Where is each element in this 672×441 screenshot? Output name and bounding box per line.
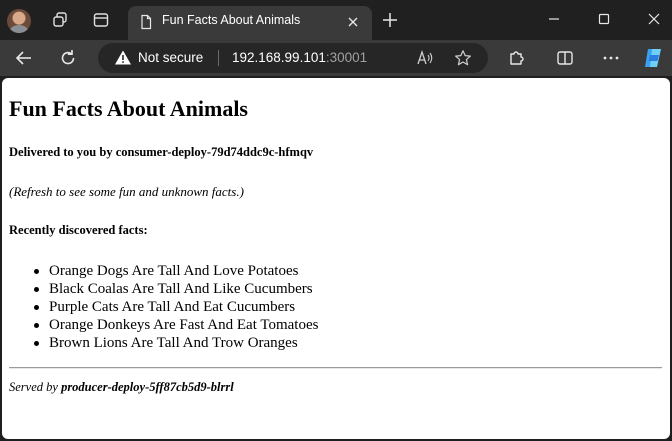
- served-by-prefix: Served by: [9, 380, 62, 394]
- served-by-host: producer-deploy-5ff87cb5d9-blrrl: [61, 380, 234, 394]
- facts-list: Orange Dogs Are Tall And Love Potatoes B…: [33, 262, 319, 352]
- workspaces-icon[interactable]: [51, 11, 69, 29]
- page-content: Fun Facts About Animals Delivered to you…: [2, 78, 670, 439]
- divider: [9, 367, 662, 369]
- star-icon[interactable]: [454, 49, 472, 67]
- list-item: Purple Cats Are Tall And Eat Cucumbers: [33, 298, 318, 316]
- address-separator: [218, 50, 219, 66]
- address-bar[interactable]: Not secure 192.168.99.101:30001: [98, 43, 488, 73]
- read-aloud-icon[interactable]: [416, 49, 434, 67]
- page-title: Fun Facts About Animals: [9, 96, 248, 121]
- list-item: Orange Dogs Are Tall And Love Potatoes: [33, 262, 318, 280]
- close-window-icon[interactable]: [645, 10, 663, 28]
- served-by-text: Served by producer-deploy-5ff87cb5d9-blr…: [9, 380, 234, 395]
- list-item: Brown Lions Are Tall And Trow Oranges: [33, 334, 318, 352]
- minimize-icon[interactable]: [545, 10, 563, 28]
- tab-title: Fun Facts About Animals: [162, 13, 301, 27]
- tab-strip: Fun Facts About Animals: [0, 0, 672, 40]
- split-screen-icon[interactable]: [555, 48, 575, 68]
- tab-active[interactable]: Fun Facts About Animals: [128, 6, 372, 40]
- security-label[interactable]: Not secure: [138, 50, 203, 65]
- url-port: :30001: [325, 50, 368, 65]
- plus-icon[interactable]: [381, 11, 399, 29]
- url-text[interactable]: 192.168.99.101:30001: [232, 50, 367, 65]
- extensions-icon[interactable]: [507, 48, 527, 68]
- warning-triangle-icon[interactable]: [114, 49, 132, 67]
- browser-toolbar: Not secure 192.168.99.101:30001: [0, 40, 672, 76]
- list-item: Black Coalas Are Tall And Like Cucumbers: [33, 280, 318, 298]
- delivered-by-text: Delivered to you by consumer-deploy-79d7…: [9, 145, 314, 159]
- more-icon[interactable]: [601, 48, 621, 68]
- tab-actions-icon[interactable]: [92, 11, 110, 29]
- url-host: 192.168.99.101: [232, 50, 326, 65]
- close-icon[interactable]: [346, 15, 360, 29]
- back-arrow-icon[interactable]: [14, 48, 34, 68]
- recent-facts-label: Recently discovered facts:: [9, 223, 148, 237]
- copilot-icon[interactable]: [641, 46, 665, 70]
- maximize-icon[interactable]: [595, 10, 613, 28]
- profile-avatar-icon[interactable]: [7, 9, 31, 33]
- page-favicon-icon: [141, 14, 152, 30]
- refresh-icon[interactable]: [58, 48, 78, 68]
- refresh-note: (Refresh to see some fun and unknown fac…: [9, 184, 244, 199]
- list-item: Orange Donkeys Are Fast And Eat Tomatoes: [33, 317, 319, 333]
